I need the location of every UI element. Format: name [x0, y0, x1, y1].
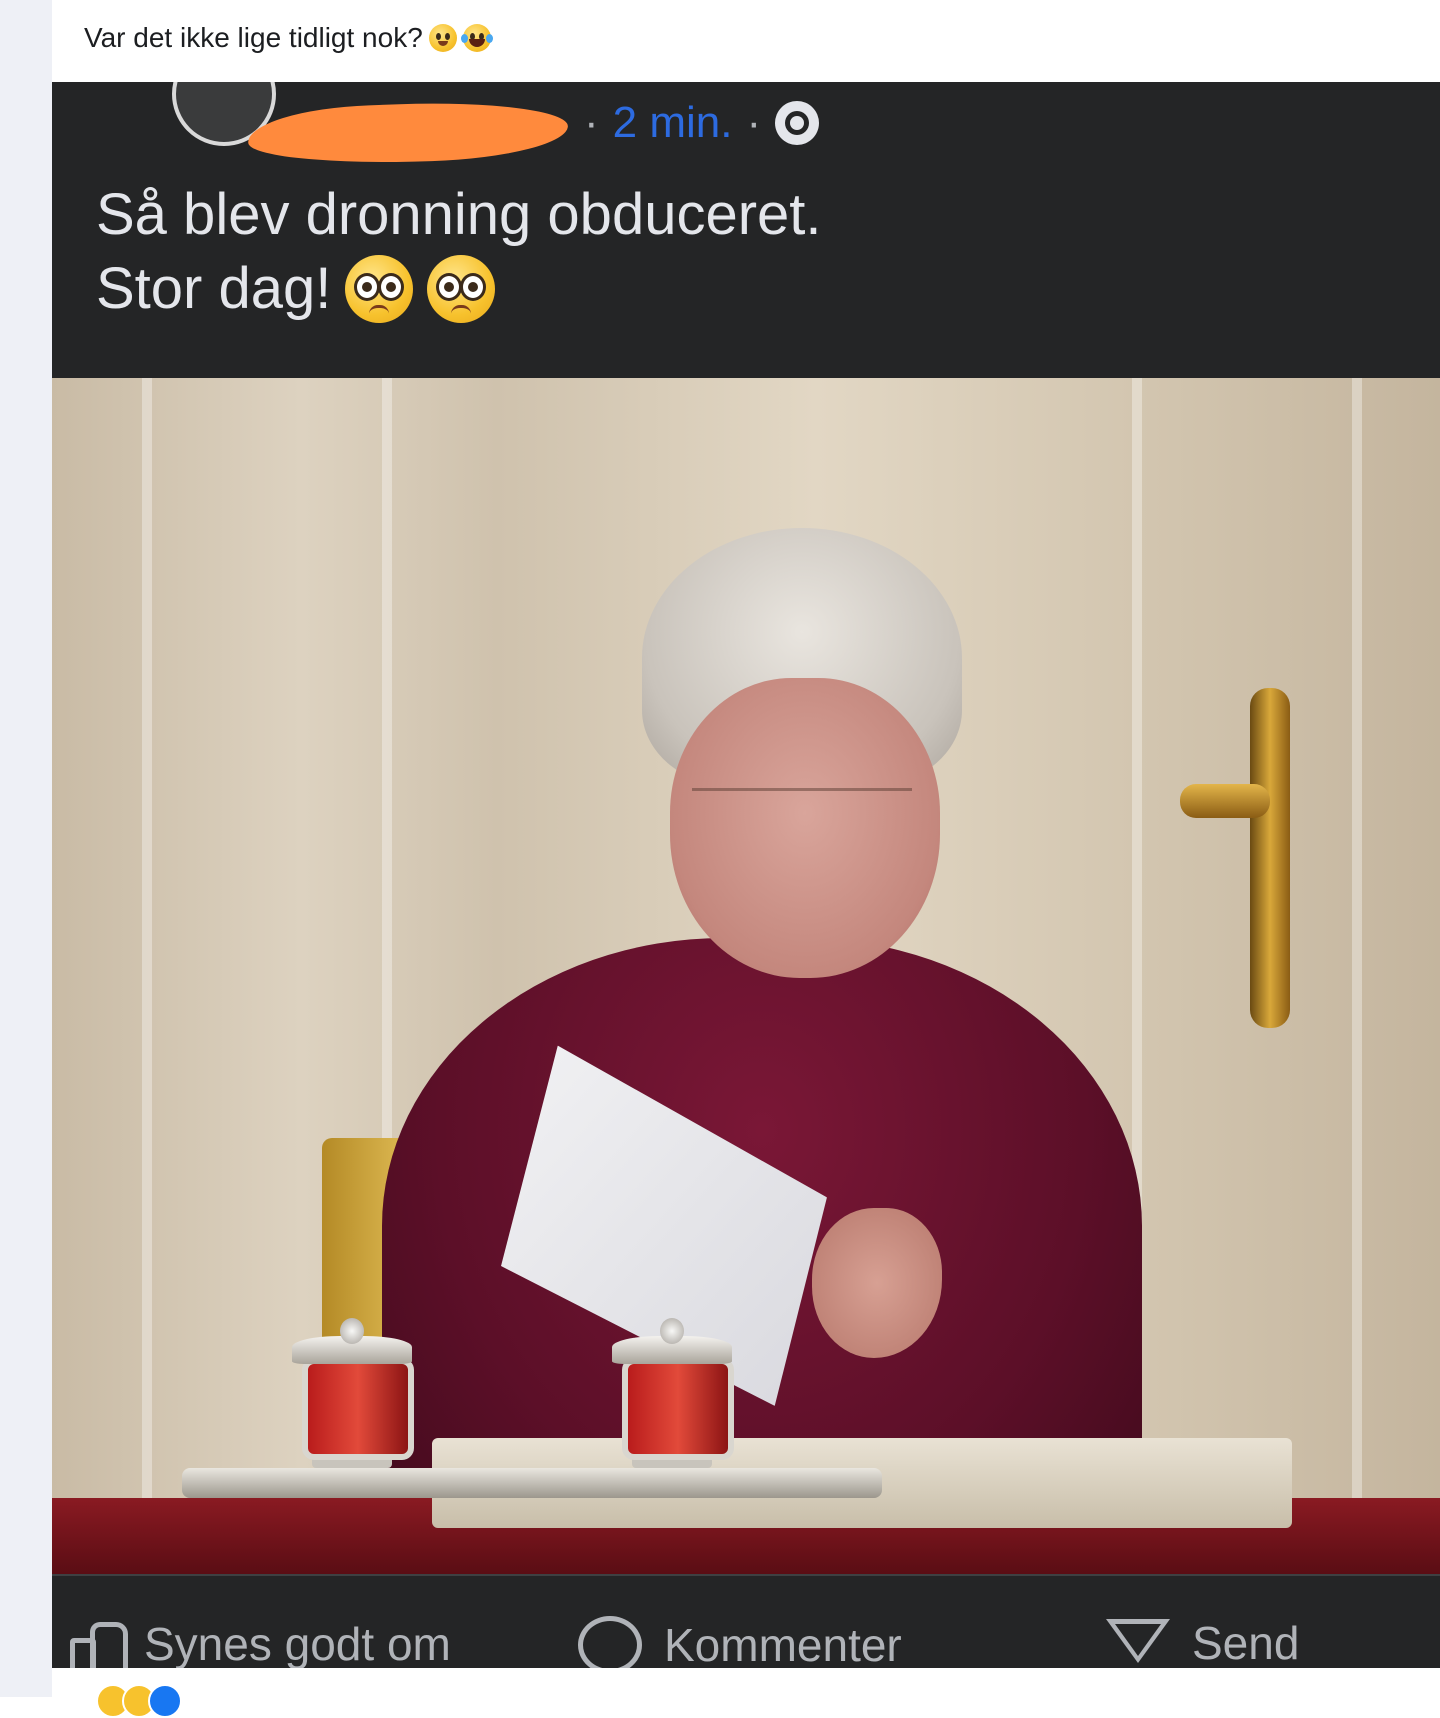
outer-post-message: Var det ikke lige tidligt nok?: [84, 22, 423, 53]
post-action-bar: Synes godt om Kommenter Send: [52, 1574, 1440, 1668]
like-reaction-icon: [148, 1684, 182, 1718]
door-handle-graphic: [1180, 688, 1290, 1028]
pleading-face-emoji-icon: [345, 255, 414, 323]
reaction-summary[interactable]: [96, 1684, 182, 1718]
post-timestamp: 2 min.: [612, 98, 733, 147]
thumbs-up-icon: [66, 1616, 128, 1668]
send-arrow-icon: [1106, 1619, 1170, 1667]
meta-separator-2: ·: [746, 98, 762, 147]
comment-button-label: Kommenter: [664, 1619, 902, 1668]
friends-audience-icon: [775, 101, 820, 145]
redacted-author-name: [247, 98, 569, 168]
silver-tray-graphic: [182, 1468, 882, 1498]
like-button-label: Synes godt om: [144, 1618, 451, 1668]
inkpot-graphic: [292, 1318, 414, 1468]
embedded-post-header: · 2 min. · Så blev dronning obduceret. S…: [52, 82, 1440, 378]
outer-post-text: Var det ikke lige tidligt nok?: [84, 22, 493, 54]
comment-button[interactable]: Kommenter: [578, 1616, 902, 1668]
send-button-label: Send: [1192, 1617, 1300, 1668]
post-text-line-2: Stor dag!: [96, 256, 332, 321]
meta-separator: ·: [584, 98, 599, 147]
embedded-post-screenshot[interactable]: · 2 min. · Så blev dronning obduceret. S…: [52, 82, 1440, 1668]
post-meta: · 2 min. ·: [584, 98, 820, 148]
like-button[interactable]: Synes godt om: [66, 1616, 451, 1668]
glasses-graphic: [692, 788, 912, 861]
post-text-line-1: Så blev dronning obduceret.: [96, 182, 822, 247]
page-left-gutter: [0, 0, 52, 1697]
send-button[interactable]: Send: [1106, 1616, 1299, 1668]
embedded-post-text: Så blev dronning obduceret. Stor dag!: [96, 178, 822, 326]
laughing-tears-emoji-icon: [460, 24, 493, 52]
inkpot-graphic: [612, 1318, 734, 1468]
post-photo[interactable]: [52, 378, 1440, 1574]
flushed-face-emoji-icon: [428, 24, 457, 52]
comment-bubble-icon: [578, 1616, 642, 1668]
wall-panel-line: [142, 378, 152, 1574]
pleading-face-emoji-icon: [427, 255, 496, 323]
wall-panel-line: [1352, 378, 1362, 1574]
